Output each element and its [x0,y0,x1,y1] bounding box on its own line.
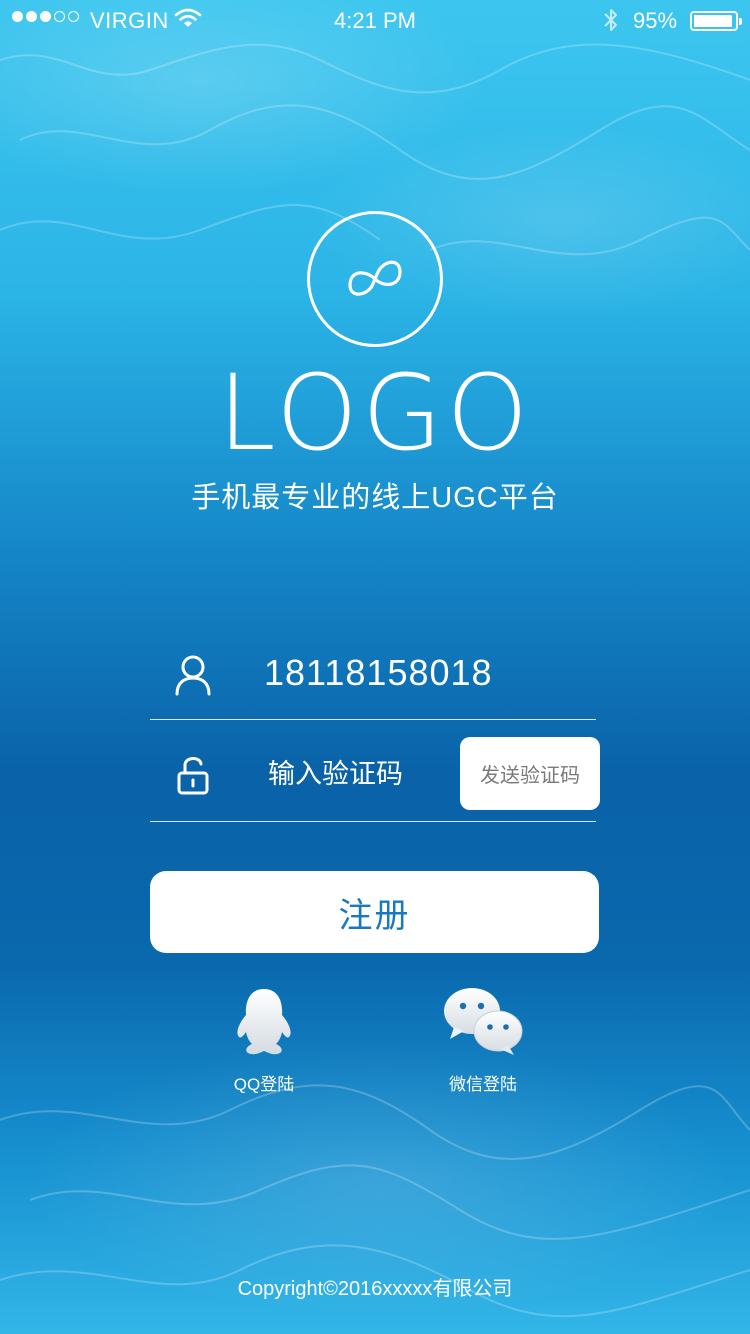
battery-icon [690,11,742,31]
infinity-logo-icon [348,260,402,296]
logo-wordmark: LOGO [217,352,533,474]
bluetooth-icon [604,9,617,31]
wechat-icon [444,988,523,1055]
phone-field[interactable]: 18118158018 [150,640,596,720]
verification-code-input[interactable] [268,752,448,796]
register-button[interactable]: 注册 [150,871,599,953]
battery-percentage: 95% [633,8,678,33]
phone-number-value[interactable]: 18118158018 [264,652,493,694]
user-icon [175,655,211,696]
send-code-button[interactable]: 发送验证码 [460,737,600,810]
qq-login-label: QQ登陆 [233,1075,295,1094]
wechat-login-label: 微信登陆 [449,1075,517,1094]
wechat-login-button[interactable]: 微信登陆 [423,985,543,1095]
verification-code-row: 发送验证码 [150,737,600,822]
qq-penguin-icon [237,989,291,1055]
copyright-text: Copyright©2016xxxxx有限公司 [237,1278,513,1300]
qq-login-button[interactable]: QQ登陆 [204,985,324,1095]
lock-icon [177,757,209,795]
status-bar: VIRGIN 4:21 PM 95% [0,0,750,40]
logo-mark [307,211,443,347]
slogan: 手机最专业的线上UGC平台 [191,482,559,514]
